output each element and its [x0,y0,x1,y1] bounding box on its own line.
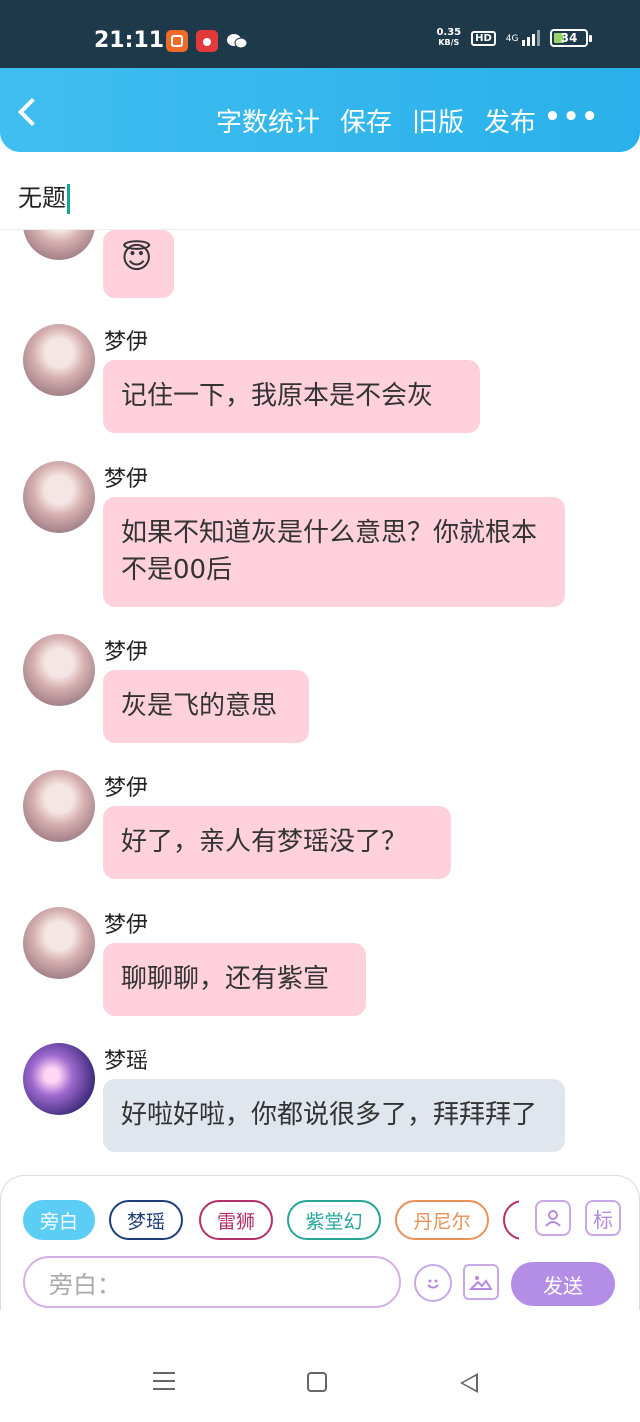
message-bubble[interactable]: 😇 [103,230,174,298]
more-options-icon[interactable]: ••• [544,102,600,132]
app-header: 字数统计 保存 旧版 发布 ••• [0,68,640,152]
avatar[interactable] [23,770,95,842]
notification-icons [166,30,248,52]
message-bubble[interactable]: 如果不知道灰是什么意思？你就根本不是00后 [103,497,565,607]
red-app-icon [196,30,218,52]
role-chip[interactable] [503,1200,519,1240]
hd-badge: HD [471,30,496,46]
message-bubble[interactable]: 聊聊聊，还有紫宣 [103,943,366,1016]
emoji-icon[interactable] [414,1264,452,1302]
signal-icon: 4G [506,30,540,46]
image-icon[interactable] [463,1264,499,1300]
recent-apps-icon[interactable] [153,1372,175,1390]
network-speed: 0.35 KB/S [436,27,462,48]
role-chip[interactable]: 紫堂幻 [287,1200,381,1240]
back-arrow-icon[interactable] [17,97,47,127]
sender-name: 梦伊 [104,330,149,355]
person-card-icon[interactable] [535,1200,571,1236]
sender-name: 梦伊 [104,467,149,492]
tag-button[interactable]: 标 [585,1200,621,1236]
role-chip[interactable]: 旁白 [23,1200,95,1240]
avatar[interactable] [23,907,95,979]
message-bubble[interactable]: 好了，亲人有梦瑶没了？ [103,806,451,879]
word-count-button[interactable]: 字数统计 [216,102,320,139]
avatar[interactable] [23,634,95,706]
save-button[interactable]: 保存 [340,102,392,139]
role-chip[interactable]: 雷狮 [199,1200,273,1240]
send-button[interactable]: 发送 [511,1262,615,1306]
role-chip[interactable]: 梦瑶 [109,1200,183,1240]
avatar[interactable] [23,324,95,396]
sender-name: 梦伊 [104,640,149,665]
wechat-icon [226,30,248,52]
battery-icon: 34 [550,29,592,47]
avatar[interactable] [23,230,95,260]
home-icon[interactable] [307,1372,327,1392]
role-chip[interactable]: 丹尼尔 [395,1200,489,1240]
avatar[interactable] [23,461,95,533]
chat-area[interactable]: 😇 梦伊 记住一下，我原本是不会灰 梦伊 如果不知道灰是什么意思？你就根本不是0… [0,230,640,1175]
system-nav-bar [0,1310,640,1422]
sender-name: 梦伊 [104,913,149,938]
avatar[interactable] [23,1043,95,1115]
status-right: 0.35 KB/S HD 4G 34 [436,27,592,48]
message-input[interactable]: 旁白： [23,1256,401,1308]
title-input-row[interactable]: 无题 [0,152,640,230]
back-icon[interactable] [460,1373,478,1393]
message-bubble[interactable]: 灰是飞的意思 [103,670,309,743]
status-bar: 21:11 0.35 KB/S HD 4G 34 [0,0,640,70]
status-time: 21:11 [94,28,165,53]
message-bubble[interactable]: 好啦好啦，你都说很多了，拜拜拜了 [103,1079,565,1152]
shopping-app-icon [166,30,188,52]
role-selector: 旁白 梦瑶 雷狮 紫堂幻 丹尼尔 [23,1200,519,1244]
old-version-button[interactable]: 旧版 [412,102,464,139]
header-actions: 字数统计 保存 旧版 发布 [216,102,536,139]
sender-name: 梦伊 [104,776,149,801]
message-bubble[interactable]: 记住一下，我原本是不会灰 [103,360,480,433]
text-caret [67,184,70,214]
publish-button[interactable]: 发布 [484,102,536,139]
sender-name: 梦瑶 [104,1049,149,1074]
composer-panel: 旁白 梦瑶 雷狮 紫堂幻 丹尼尔 标 旁白： 发送 [0,1175,640,1310]
title-field[interactable]: 无题 [18,178,70,214]
